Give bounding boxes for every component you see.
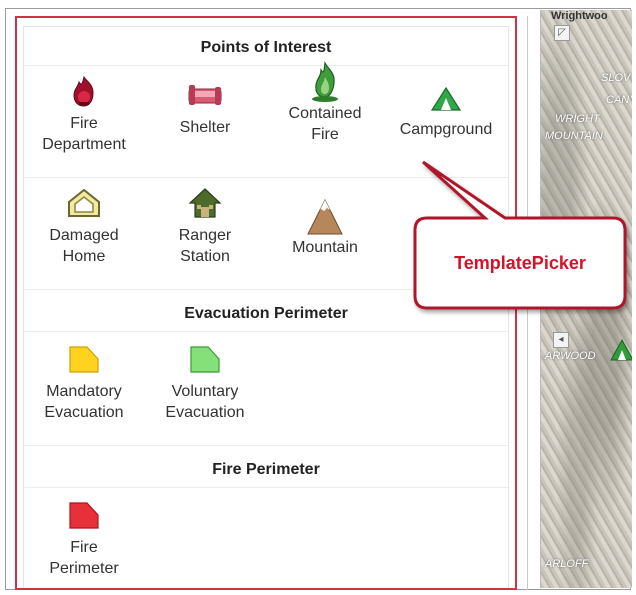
- map-pan-left-icon[interactable]: ◂: [553, 332, 569, 348]
- section-title-points-of-interest: Points of Interest: [200, 39, 332, 56]
- template-ranger-station[interactable]: Ranger Station: [150, 187, 260, 267]
- shelter-icon: [150, 75, 260, 111]
- map-place-label: MOUNTAIN: [545, 130, 603, 142]
- template-label: Ranger Station: [178, 227, 232, 265]
- callout-label: TemplatePicker: [454, 253, 586, 273]
- template-label: Damaged Home: [49, 227, 119, 265]
- map-place-label: WRIGHT: [555, 113, 600, 125]
- template-label: Fire Perimeter: [49, 539, 119, 577]
- voluntary-evacuation-icon: [150, 343, 260, 379]
- map-place-label: ARWOOD: [545, 350, 596, 362]
- divider: [24, 487, 508, 488]
- map-place-label: Wrightwoo: [551, 10, 608, 22]
- divider: [24, 331, 508, 332]
- template-label: Mandatory Evacuation: [44, 383, 124, 421]
- contained-fire-icon: [270, 61, 380, 103]
- mandatory-evacuation-icon: [29, 343, 139, 379]
- template-contained-fire[interactable]: Contained Fire: [270, 61, 380, 145]
- campground-marker-icon[interactable]: [609, 338, 632, 362]
- mountain-icon: [270, 197, 380, 237]
- fire-perimeter-icon: [29, 499, 139, 535]
- template-fire-department[interactable]: Fire Department: [29, 75, 139, 155]
- ranger-station-icon: [150, 187, 260, 223]
- divider: [24, 65, 508, 66]
- map-place-label: ARLOFF: [545, 558, 589, 570]
- template-label: Campground: [399, 121, 493, 138]
- template-mountain[interactable]: Mountain: [270, 197, 380, 258]
- map-place-label: SLOV: [601, 72, 631, 84]
- damaged-home-icon: [29, 187, 139, 223]
- template-damaged-home[interactable]: Damaged Home: [29, 187, 139, 267]
- template-label: Voluntary Evacuation: [165, 383, 245, 421]
- template-label: Shelter: [179, 119, 231, 136]
- template-voluntary-evacuation[interactable]: Voluntary Evacuation: [150, 343, 260, 423]
- template-fire-perimeter[interactable]: Fire Perimeter: [29, 499, 139, 579]
- map-place-label: CANY: [606, 94, 632, 106]
- template-shelter[interactable]: Shelter: [150, 75, 260, 138]
- template-label: Contained Fire: [288, 105, 362, 143]
- fire-department-icon: [29, 75, 139, 111]
- section-title-fire-perimeter: Fire Perimeter: [212, 461, 320, 478]
- template-mandatory-evacuation[interactable]: Mandatory Evacuation: [29, 343, 139, 423]
- map-nav-corner-icon[interactable]: ◸: [554, 25, 570, 41]
- template-label: Fire Department: [42, 115, 126, 153]
- divider: [24, 445, 508, 446]
- template-campground[interactable]: Campground: [391, 85, 501, 140]
- campground-icon: [391, 85, 501, 115]
- template-label: Mountain: [292, 239, 358, 256]
